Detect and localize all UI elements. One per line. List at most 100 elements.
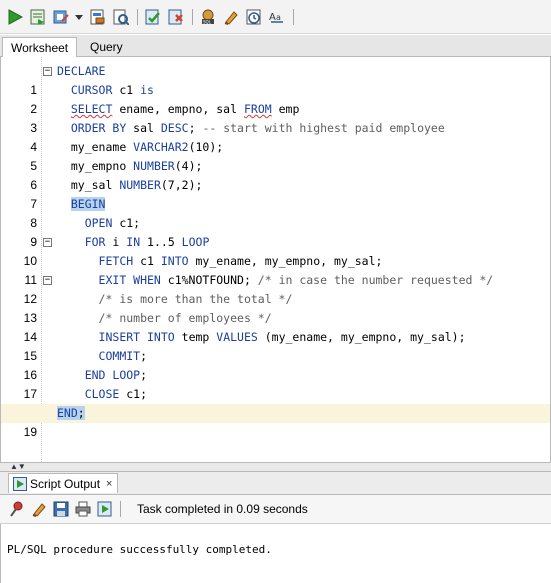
worksheet-tab-bar: Worksheet Query Builder [0, 35, 551, 74]
code-token: IN [126, 235, 141, 249]
print-icon[interactable] [74, 500, 92, 518]
commit-icon[interactable] [52, 8, 70, 26]
code-token: COMMIT [98, 349, 141, 363]
code-token: (my_ename, my_empno, my_sal); [257, 330, 466, 344]
panel-splitter[interactable]: ▲▼ [0, 462, 551, 472]
code-line[interactable]: 15 INSERT INTO temp VALUES (my_ename, my… [1, 328, 550, 363]
svg-text:SQL: SQL [203, 19, 212, 24]
open-in-editor-icon[interactable] [96, 500, 114, 518]
code-line[interactable]: 11 FETCH c1 INTO my_ename, my_empno, my_… [1, 252, 550, 287]
code-token: (4); [174, 159, 203, 173]
run-statement-icon[interactable] [6, 8, 24, 26]
code-token: ; [77, 406, 85, 420]
tab-script-output-label: Script Output [30, 476, 101, 491]
code-token: EXIT WHEN [98, 273, 161, 287]
toolbar-separator [192, 8, 193, 25]
collapse-arrows-icon[interactable]: ▲▼ [10, 463, 26, 471]
code-token: ; [140, 349, 148, 363]
code-token: VARCHAR2 [133, 140, 189, 154]
code-line[interactable]: 13 /* is more than the total */ [1, 290, 550, 325]
code-token: (10); [188, 140, 224, 154]
code-line[interactable]: 7 my_sal NUMBER(7,2); [1, 176, 550, 211]
code-token: c1 [133, 254, 161, 268]
code-line[interactable]: 14 /* number of employees */ [1, 309, 550, 344]
format-icon[interactable]: Aa [268, 8, 286, 26]
code-token: END LOOP [84, 368, 141, 382]
code-token: ename, empno, sal [112, 102, 244, 116]
output-toolbar: Task completed in 0.09 seconds [0, 494, 551, 524]
code-token: SELECT [70, 102, 113, 116]
code-line[interactable]: 4 ORDER BY sal DESC; -- start with highe… [1, 119, 550, 154]
clear-icon[interactable] [222, 8, 240, 26]
toolbar-separator [293, 8, 294, 25]
code-token: (7,2); [160, 178, 203, 192]
code-comment: /* is more than the total */ [98, 292, 293, 306]
code-token: OPEN [84, 216, 113, 230]
code-token: my_sal [70, 178, 120, 192]
tab-script-output[interactable]: Script Output × [8, 473, 118, 493]
tab-worksheet[interactable]: Worksheet [2, 37, 77, 57]
code-token: temp [174, 330, 217, 344]
fold-toggle-icon[interactable]: − [43, 238, 52, 247]
code-token: my_empno [70, 159, 134, 173]
code-line[interactable]: 8 BEGIN [1, 195, 550, 230]
code-token: DECLARE [57, 64, 106, 78]
code-line[interactable]: 1 − DECLARE [1, 62, 550, 97]
code-token: ORDER BY [70, 121, 127, 135]
rollback-icon[interactable] [167, 8, 185, 26]
svg-text:a: a [276, 13, 281, 22]
script-output-panel[interactable]: PL/SQL procedure successfully completed. [0, 524, 551, 583]
code-token: c1 [112, 83, 141, 97]
clear-output-icon[interactable] [30, 500, 48, 518]
autotrace-icon[interactable] [112, 8, 130, 26]
code-comment: -- start with highest paid employee [202, 121, 445, 135]
code-token: DESC [160, 121, 189, 135]
sql-tuning-icon[interactable]: SQL [199, 8, 217, 26]
code-line[interactable]: 16 COMMIT; [1, 347, 550, 382]
output-message: PL/SQL procedure successfully completed. [7, 543, 272, 556]
task-status-text: Task completed in 0.09 seconds [137, 502, 308, 516]
code-line[interactable]: 5 my_ename VARCHAR2(10); [1, 138, 550, 173]
code-token: 1..5 [140, 235, 182, 249]
fold-toggle-icon[interactable]: − [43, 276, 52, 285]
save-icon[interactable] [52, 500, 70, 518]
code-line[interactable]: 12 − EXIT WHEN c1%NOTFOUND; /* in case t… [1, 271, 550, 306]
fold-toggle-icon[interactable]: − [43, 67, 52, 76]
code-line[interactable]: 9 OPEN c1; [1, 214, 550, 249]
code-token: BEGIN [70, 197, 106, 211]
code-token: NUMBER [133, 159, 175, 173]
explain-plan-icon[interactable] [89, 8, 107, 26]
code-token: is [140, 83, 154, 97]
code-token: FOR [84, 235, 106, 249]
line-number: 19 [23, 425, 37, 439]
code-token: VALUES [216, 330, 258, 344]
code-token: my_ename [70, 140, 134, 154]
code-line[interactable]: 18 CLOSE c1; [1, 385, 550, 420]
code-token: INSERT INTO [98, 330, 175, 344]
dropdown-arrow-icon[interactable] [75, 8, 83, 26]
sql-editor[interactable]: 1 − DECLARE 2 CURSOR c1 is 3 SELECT enam… [0, 57, 551, 462]
code-token: FETCH [98, 254, 134, 268]
close-icon[interactable]: × [106, 478, 112, 490]
code-token: CLOSE [84, 387, 120, 401]
code-line[interactable]: 3 SELECT ename, empno, sal FROM emp [1, 100, 550, 135]
pin-icon[interactable] [8, 500, 26, 518]
code-line[interactable]: 10 − FOR i IN 1..5 LOOP [1, 233, 550, 268]
code-token: c1; [119, 387, 148, 401]
code-token: emp [271, 102, 300, 116]
run-script-icon[interactable] [29, 8, 47, 26]
code-token: CURSOR [70, 83, 113, 97]
code-line[interactable]: 6 my_empno NUMBER(4); [1, 157, 550, 192]
toolbar-separator [120, 501, 121, 517]
code-line-current[interactable]: 19 END; [1, 404, 550, 439]
code-token: END [57, 406, 78, 420]
code-token: c1; [112, 216, 141, 230]
history-icon[interactable] [245, 8, 263, 26]
code-token: ; [188, 121, 203, 135]
commit-transaction-icon[interactable] [144, 8, 162, 26]
code-token: i [105, 235, 127, 249]
code-line[interactable]: 2 CURSOR c1 is [1, 81, 550, 116]
code-line[interactable]: 17 END LOOP; [1, 366, 550, 401]
code-comment: /* number of employees */ [98, 311, 272, 325]
tab-query-builder[interactable]: Query Builder [82, 37, 167, 74]
